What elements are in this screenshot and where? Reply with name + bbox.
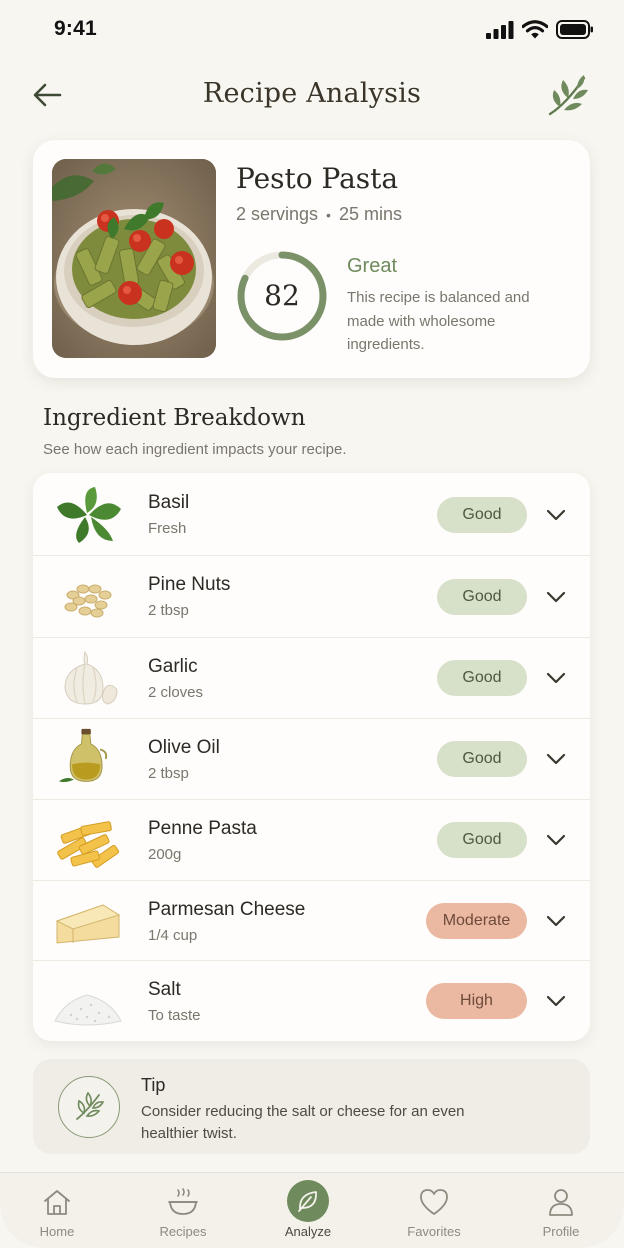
ingredient-qty: To taste xyxy=(148,1007,201,1024)
ingredient-name: Salt xyxy=(148,979,181,1000)
cheese-wedge-icon xyxy=(55,904,121,944)
ingredient-row-pine-nuts[interactable]: Pine Nuts 2 tbsp Good xyxy=(33,556,590,638)
rating-badge: Good xyxy=(437,497,527,533)
page-title: Recipe Analysis xyxy=(202,78,422,109)
bottom-nav: Home Recipes Analyze Favorites Profile xyxy=(0,1172,624,1248)
wifi-icon xyxy=(522,20,548,39)
ingredient-qty: 200g xyxy=(148,846,182,863)
nav-label: Favorites xyxy=(407,1224,461,1239)
nav-label: Analyze xyxy=(284,1224,332,1239)
meta-separator: • xyxy=(326,206,331,223)
bowl-icon xyxy=(168,1188,198,1215)
chevron-down-icon[interactable] xyxy=(546,753,566,765)
herb-sprig-icon xyxy=(548,75,588,116)
home-icon xyxy=(44,1190,70,1215)
ingredient-row-olive-oil[interactable]: Olive Oil 2 tbsp Good xyxy=(33,719,590,800)
top-bar: Recipe Analysis xyxy=(0,68,624,124)
ingredient-row-salt[interactable]: Salt To taste High xyxy=(33,961,590,1041)
rating-badge: Good xyxy=(437,822,527,858)
user-icon xyxy=(549,1189,573,1216)
tip-title: Tip xyxy=(141,1075,166,1095)
rating-badge: Good xyxy=(437,579,527,615)
app-screen: 9:41 Recipe Analysis Pesto Pasta 2 servi… xyxy=(0,0,624,1248)
pesto-pasta-image xyxy=(52,159,216,358)
ingredient-row-penne-pasta[interactable]: Penne Pasta 200g Good xyxy=(33,800,590,881)
breakdown-subtitle: See how each ingredient impacts your rec… xyxy=(43,441,347,458)
ingredient-row-basil[interactable]: Basil Fresh Good xyxy=(33,473,590,556)
ingredient-list: Basil Fresh Good Pine Nuts 2 tbsp Good G… xyxy=(33,473,590,1041)
recipe-summary-card: Pesto Pasta 2 servings • 25 mins 82 Grea… xyxy=(33,140,590,378)
ingredient-qty: 2 cloves xyxy=(148,684,204,701)
chevron-down-icon[interactable] xyxy=(546,995,566,1007)
recipe-meta: 2 servings • 25 mins xyxy=(236,204,402,225)
pine-nuts-icon xyxy=(64,584,112,618)
duration-text: 25 mins xyxy=(338,204,402,224)
ingredient-qty: 2 tbsp xyxy=(148,602,189,619)
nav-recipes[interactable]: Recipes xyxy=(133,1173,233,1248)
rating-badge: Good xyxy=(437,660,527,696)
ingredient-name: Parmesan Cheese xyxy=(148,899,306,920)
breakdown-title: Ingredient Breakdown xyxy=(43,405,306,431)
garlic-icon xyxy=(64,650,118,705)
nav-home[interactable]: Home xyxy=(7,1173,107,1248)
penne-pasta-icon xyxy=(57,821,120,868)
basil-icon xyxy=(57,487,121,543)
tip-card: Tip Consider reducing the salt or cheese… xyxy=(33,1059,590,1154)
status-time: 9:41 xyxy=(54,17,97,40)
ingredient-name: Basil xyxy=(148,492,190,513)
nav-favorites[interactable]: Favorites xyxy=(384,1173,484,1248)
ingredient-row-garlic[interactable]: Garlic 2 cloves Good xyxy=(33,638,590,719)
chevron-down-icon[interactable] xyxy=(546,591,566,603)
servings-text: 2 servings xyxy=(236,204,319,224)
nav-profile[interactable]: Profile xyxy=(511,1173,611,1248)
herb-menu-button[interactable] xyxy=(546,72,590,118)
salt-pile-icon xyxy=(54,994,122,1026)
signal-icon xyxy=(486,20,514,39)
nav-label: Home xyxy=(39,1224,75,1239)
recipe-name: Pesto Pasta xyxy=(236,162,399,195)
status-icons xyxy=(486,20,594,39)
ingredient-row-parmesan-cheese[interactable]: Parmesan Cheese 1/4 cup Moderate xyxy=(33,881,590,961)
recipe-photo xyxy=(52,159,216,358)
score-rating: Great xyxy=(347,255,398,277)
nav-label: Recipes xyxy=(159,1224,207,1239)
ingredient-qty: Fresh xyxy=(148,520,187,537)
nav-label: Profile xyxy=(542,1224,580,1239)
chevron-down-icon[interactable] xyxy=(546,509,566,521)
tip-icon-badge xyxy=(58,1076,120,1138)
ingredient-name: Olive Oil xyxy=(148,737,220,758)
ingredient-qty: 2 tbsp xyxy=(148,765,189,782)
ingredient-name: Penne Pasta xyxy=(148,818,257,839)
chevron-down-icon[interactable] xyxy=(546,834,566,846)
score-description: This recipe is balanced and made with wh… xyxy=(347,289,530,353)
status-bar: 9:41 xyxy=(0,0,624,60)
rating-badge: High xyxy=(426,983,527,1019)
score-value: 82 xyxy=(264,279,300,312)
nav-analyze[interactable]: Analyze xyxy=(258,1173,358,1248)
ingredient-name: Pine Nuts xyxy=(148,574,231,595)
rating-badge: Good xyxy=(437,741,527,777)
olive-oil-bottle-icon xyxy=(58,728,108,782)
tip-text: Consider reducing the salt or cheese for… xyxy=(141,1103,465,1142)
chevron-down-icon[interactable] xyxy=(546,915,566,927)
herb-sprig-icon xyxy=(76,1091,105,1120)
heart-icon xyxy=(420,1189,448,1215)
ingredient-qty: 1/4 cup xyxy=(148,927,198,944)
battery-icon xyxy=(556,20,593,39)
chevron-down-icon[interactable] xyxy=(546,672,566,684)
leaf-icon xyxy=(287,1180,329,1222)
ingredient-name: Garlic xyxy=(148,656,198,677)
rating-badge: Moderate xyxy=(426,903,527,939)
